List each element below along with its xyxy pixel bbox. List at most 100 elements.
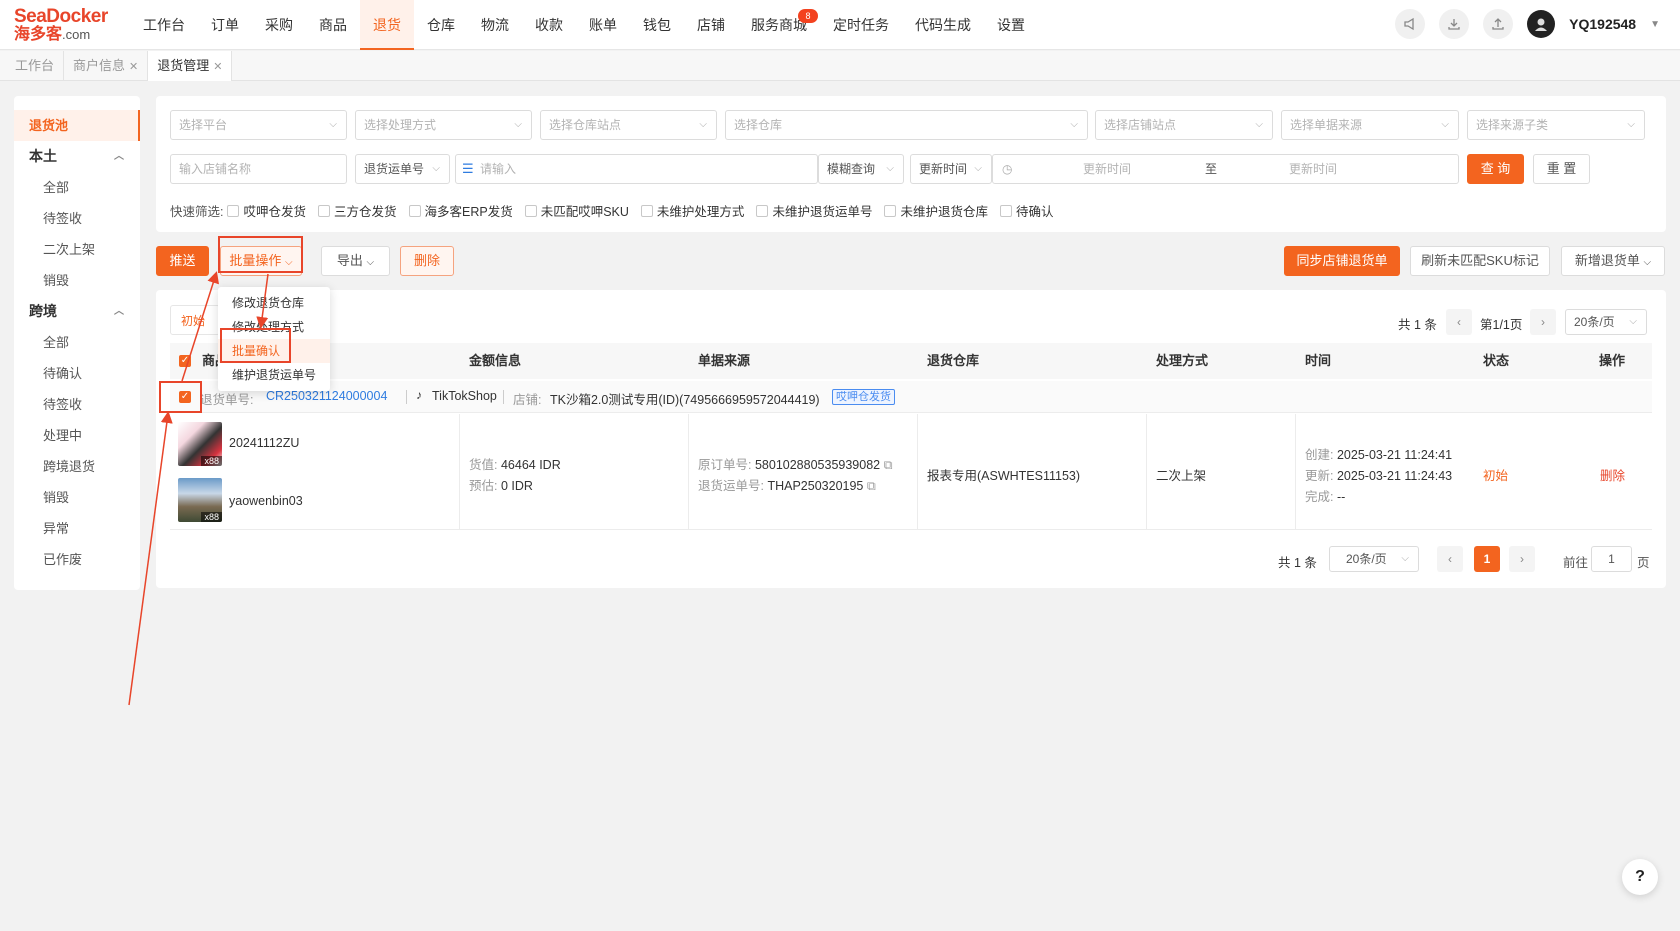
- product-thumbnail[interactable]: x88: [178, 422, 222, 466]
- checkbox[interactable]: [318, 204, 330, 217]
- nav-settings[interactable]: 设置: [984, 0, 1038, 50]
- nav-workbench[interactable]: 工作台: [130, 0, 198, 50]
- nav-orders[interactable]: 订单: [198, 0, 252, 50]
- export-button[interactable]: 导出 ⌵: [321, 246, 390, 276]
- add-return-button[interactable]: 新增退货单 ⌵: [1561, 246, 1665, 276]
- next-page-icon[interactable]: ›: [1509, 546, 1535, 572]
- checkbox[interactable]: [227, 204, 240, 217]
- user-name[interactable]: YQ192548: [1569, 16, 1636, 32]
- announcement-icon[interactable]: [1395, 9, 1426, 39]
- checkbox[interactable]: [756, 204, 769, 217]
- time-end[interactable]: 更新时间: [1289, 155, 1337, 183]
- checkbox[interactable]: [640, 204, 653, 217]
- sidebar-item-cb-to-confirm[interactable]: 待确认: [14, 358, 140, 389]
- download-icon[interactable]: [1439, 9, 1470, 39]
- page-size-select[interactable]: 20条/页 ⌵: [1329, 546, 1419, 572]
- help-button[interactable]: ?: [1622, 859, 1658, 895]
- page-number-1[interactable]: 1: [1474, 546, 1500, 572]
- quick-filter-erp[interactable]: 海多客ERP发货: [408, 201, 513, 220]
- close-icon[interactable]: ✕: [213, 61, 222, 73]
- sidebar-item-local-to-sign[interactable]: 待签收: [14, 203, 140, 234]
- waybill-type-select[interactable]: 退货运单号 ⌵: [355, 154, 450, 184]
- sidebar-item-cb-processing[interactable]: 处理中: [14, 420, 140, 451]
- delete-row-link[interactable]: 删除: [1600, 465, 1625, 484]
- quick-filter-no-waybill[interactable]: 未维护退货运单号: [756, 201, 872, 220]
- fuzzy-query-select[interactable]: 模糊查询 ⌵: [818, 154, 904, 184]
- sidebar-group-cross-border[interactable]: 跨境 ︿: [14, 296, 140, 327]
- sidebar-item-cb-void[interactable]: 已作废: [14, 544, 140, 575]
- chevron-down-icon[interactable]: ▼: [1650, 19, 1660, 30]
- sidebar-item-local-destroy[interactable]: 销毁: [14, 265, 140, 296]
- nav-scheduled-tasks[interactable]: 定时任务: [820, 0, 902, 50]
- quick-filter-third-party[interactable]: 三方仓发货: [318, 201, 397, 220]
- tab-workbench[interactable]: 工作台: [6, 51, 65, 81]
- quick-filter-no-method[interactable]: 未维护处理方式: [640, 201, 744, 220]
- next-page-icon[interactable]: ›: [1530, 309, 1556, 335]
- warehouse-site-select[interactable]: 选择仓库站点 ⌵: [540, 110, 717, 140]
- upload-icon[interactable]: [1483, 9, 1514, 39]
- time-start[interactable]: 更新时间: [1083, 155, 1131, 183]
- menu-item-change-warehouse[interactable]: 修改退货仓库: [218, 291, 330, 315]
- delete-button[interactable]: 删除: [400, 246, 454, 276]
- nav-warehouse[interactable]: 仓库: [414, 0, 468, 50]
- checkbox[interactable]: [999, 204, 1012, 217]
- quick-filter-to-confirm[interactable]: 待确认: [999, 201, 1053, 220]
- nav-bills[interactable]: 账单: [576, 0, 630, 50]
- warehouse-select[interactable]: 选择仓库 ⌵: [725, 110, 1088, 140]
- page-size-select[interactable]: 20条/页 ⌵: [1565, 309, 1647, 335]
- nav-service-mall[interactable]: 服务商城 8: [738, 0, 820, 50]
- sync-shop-returns-button[interactable]: 同步店铺退货单: [1284, 246, 1400, 276]
- select-all-checkbox[interactable]: ✓: [179, 355, 191, 367]
- refresh-unmatched-sku-button[interactable]: 刷新未匹配SKU标记: [1410, 246, 1550, 276]
- goto-page-input[interactable]: 1: [1591, 546, 1632, 572]
- menu-item-maintain-waybill[interactable]: 维护退货运单号: [218, 363, 330, 387]
- platform-select[interactable]: 选择平台 ⌵: [170, 110, 347, 140]
- source-subtype-select[interactable]: 选择来源子类 ⌵: [1467, 110, 1645, 140]
- sidebar-item-cb-destroy[interactable]: 销毁: [14, 482, 140, 513]
- copy-icon[interactable]: ⧉: [867, 479, 876, 493]
- copy-icon[interactable]: ⧉: [884, 458, 893, 472]
- checkbox[interactable]: [524, 204, 537, 217]
- time-range-picker[interactable]: ◷ 更新时间 至 更新时间: [992, 154, 1459, 184]
- query-button[interactable]: 查 询: [1467, 154, 1524, 184]
- quick-filter-no-warehouse[interactable]: 未维护退货仓库: [884, 201, 988, 220]
- sidebar-item-local-all[interactable]: 全部: [14, 172, 140, 203]
- nav-logistics[interactable]: 物流: [468, 0, 522, 50]
- sidebar-item-return-pool[interactable]: 退货池: [14, 110, 140, 141]
- quick-filter-unmatched-sku[interactable]: 未匹配哎呷SKU: [524, 201, 629, 220]
- doc-source-select[interactable]: 选择单据来源 ⌵: [1281, 110, 1459, 140]
- shop-name-input[interactable]: 输入店铺名称: [170, 154, 347, 184]
- reset-button[interactable]: 重 置: [1533, 154, 1590, 184]
- product-thumbnail[interactable]: x88: [178, 478, 222, 522]
- return-no-link[interactable]: CR250321124000004: [266, 389, 387, 403]
- status-tab-initial[interactable]: 初始: [170, 305, 220, 335]
- logo[interactable]: SeaDocker 海多客.com: [14, 7, 114, 44]
- checkbox[interactable]: [408, 204, 421, 217]
- push-button[interactable]: 推送: [156, 246, 209, 276]
- sidebar-item-cb-return[interactable]: 跨境退货: [14, 451, 140, 482]
- nav-purchase[interactable]: 采购: [252, 0, 306, 50]
- handling-method-select[interactable]: 选择处理方式 ⌵: [355, 110, 532, 140]
- sidebar-item-cb-abnormal[interactable]: 异常: [14, 513, 140, 544]
- nav-payments[interactable]: 收款: [522, 0, 576, 50]
- nav-products[interactable]: 商品: [306, 0, 360, 50]
- time-type-select[interactable]: 更新时间 ⌵: [910, 154, 992, 184]
- sidebar-item-cb-all[interactable]: 全部: [14, 327, 140, 358]
- nav-wallet[interactable]: 钱包: [630, 0, 684, 50]
- close-icon[interactable]: ✕: [129, 61, 138, 73]
- checkbox[interactable]: [884, 204, 897, 217]
- prev-page-icon[interactable]: ‹: [1437, 546, 1463, 572]
- nav-shops[interactable]: 店铺: [684, 0, 738, 50]
- shop-site-select[interactable]: 选择店铺站点 ⌵: [1095, 110, 1273, 140]
- nav-returns[interactable]: 退货: [360, 0, 414, 50]
- sidebar-item-cb-to-sign[interactable]: 待签收: [14, 389, 140, 420]
- prev-page-icon[interactable]: ‹: [1446, 309, 1472, 335]
- tab-return-management[interactable]: 退货管理 ✕: [148, 51, 233, 81]
- avatar[interactable]: [1527, 10, 1556, 38]
- nav-code-gen[interactable]: 代码生成: [902, 0, 984, 50]
- quick-filter-aiya-warehouse[interactable]: 哎呷仓发货: [227, 201, 306, 220]
- sidebar-item-local-restock[interactable]: 二次上架: [14, 234, 140, 265]
- sidebar-group-local[interactable]: 本土 ︿: [14, 141, 140, 172]
- tab-merchant-info[interactable]: 商户信息 ✕: [64, 51, 149, 81]
- waybill-input[interactable]: ☰ 请输入: [455, 154, 818, 184]
